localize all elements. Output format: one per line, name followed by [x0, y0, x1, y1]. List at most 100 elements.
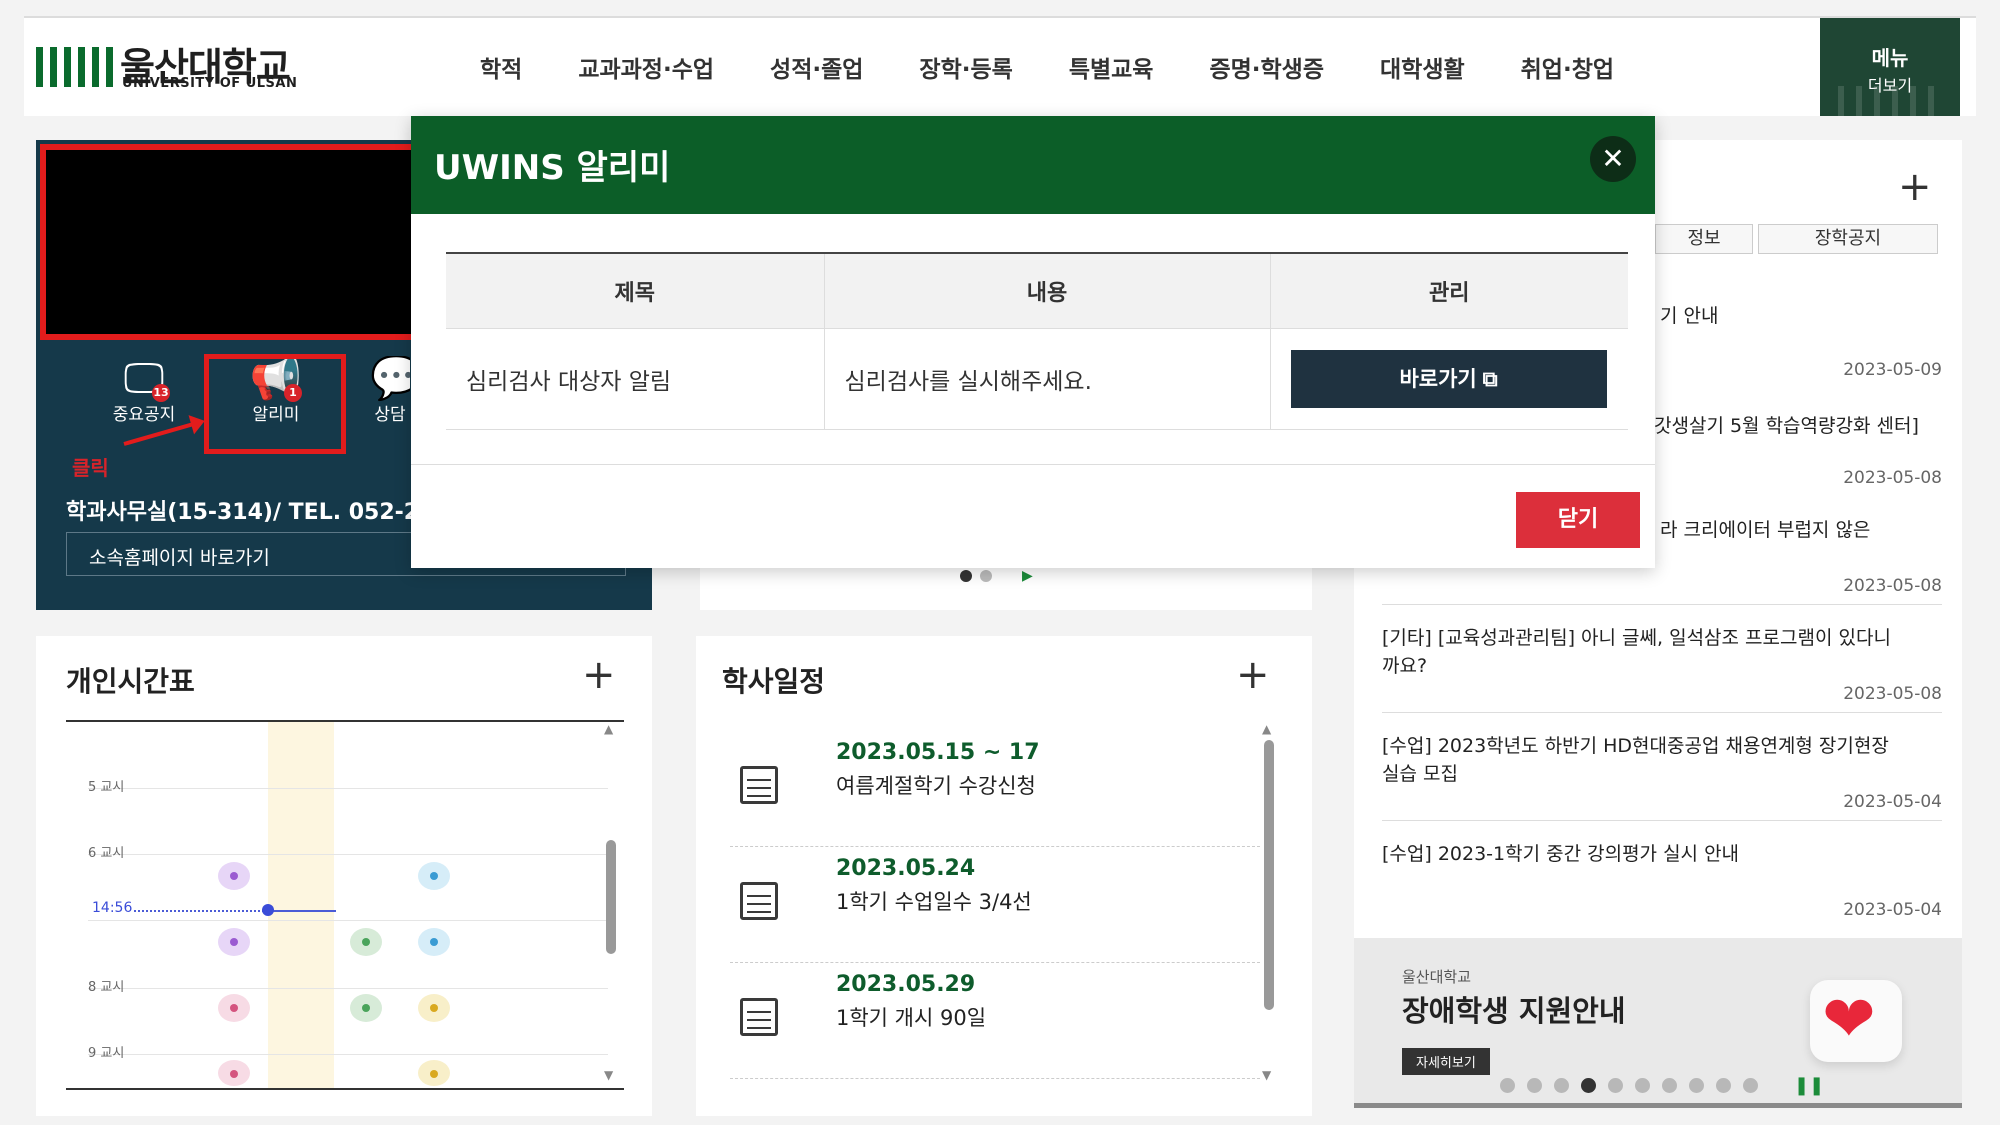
nav-item-curriculum[interactable]: 교과과정·수업	[578, 50, 714, 84]
goto-button[interactable]: 바로가기 ⧉	[1290, 350, 1607, 408]
nav-item-certificates[interactable]: 증명·학생증	[1209, 50, 1324, 84]
news-item[interactable]: [기타] [교육성과관리팀] 아니 글쎄, 일석삼조 프로그램이 있다니까요? …	[1382, 624, 1942, 712]
news-date: 2023-05-04	[1843, 900, 1942, 920]
tab-info[interactable]: 정보	[1655, 224, 1753, 254]
play-icon[interactable]: ▶	[1022, 568, 1033, 584]
schedule-event: 여름계절학기 수강신청	[836, 774, 1036, 798]
close-icon[interactable]: ✕	[1590, 136, 1636, 182]
nav-item-campus-life[interactable]: 대학생활	[1380, 50, 1465, 84]
video-area[interactable]	[40, 144, 440, 340]
column-header-content: 내용	[823, 252, 1270, 329]
pager-dot[interactable]	[1554, 1078, 1569, 1093]
calendar-icon	[740, 882, 778, 920]
calendar-icon	[740, 766, 778, 804]
schedule-item[interactable]: 2023.05.15 ~ 17 여름계절학기 수강신청	[730, 736, 1260, 847]
alimi-highlight-box	[204, 354, 346, 454]
menu-more-button[interactable]: 메뉴 더보기	[1820, 18, 1960, 116]
class-marker[interactable]	[418, 928, 450, 956]
news-date: 2023-05-08	[1843, 468, 1942, 488]
class-marker[interactable]	[418, 1060, 450, 1086]
period-label: 6 교시	[88, 846, 125, 861]
calendar-icon	[740, 998, 778, 1036]
schedule-more-plus-icon[interactable]: +	[1236, 652, 1270, 698]
class-marker[interactable]	[350, 928, 382, 956]
scroll-down-icon[interactable]: ▼	[1262, 1068, 1271, 1082]
class-marker[interactable]	[218, 1060, 250, 1086]
quick-item-label: 상담	[374, 405, 406, 425]
banner-more-button[interactable]: 자세히보기	[1402, 1048, 1490, 1075]
pager-dot[interactable]	[960, 570, 972, 582]
pager-dot[interactable]	[980, 570, 992, 582]
pager-dot[interactable]	[1581, 1078, 1596, 1093]
news-date: 2023-05-04	[1843, 792, 1942, 812]
scroll-up-icon[interactable]: ▲	[604, 722, 613, 736]
schedule-item[interactable]: 2023.05.24 1학기 수업일수 3/4선	[730, 852, 1260, 963]
pause-icon[interactable]: ❚❚	[1794, 1075, 1824, 1096]
timetable-more-plus-icon[interactable]: +	[582, 652, 616, 698]
pager-dot[interactable]	[1500, 1078, 1515, 1093]
timetable-grid	[66, 720, 624, 1090]
quick-item-counseling[interactable]: 💬 상담	[370, 356, 410, 425]
schedule-item[interactable]: 2023.05.29 1학기 개시 90일	[730, 968, 1260, 1079]
class-marker[interactable]	[218, 928, 250, 956]
class-marker[interactable]	[418, 862, 450, 890]
current-time-line	[268, 910, 336, 912]
external-link-icon: ⧉	[1482, 368, 1498, 391]
nav-item-grades[interactable]: 성적·졸업	[770, 50, 863, 84]
current-time-line	[134, 910, 268, 912]
class-marker[interactable]	[350, 994, 382, 1022]
scroll-down-icon[interactable]: ▼	[604, 1068, 613, 1082]
pager-dot[interactable]	[1527, 1078, 1542, 1093]
tab-scholarship-notice[interactable]: 장학공지	[1758, 224, 1938, 254]
nav-item-academic-records[interactable]: 학적	[480, 50, 522, 84]
modal-divider	[411, 464, 1655, 465]
pager-dot[interactable]	[1662, 1078, 1677, 1093]
logo-english[interactable]: UNIVERSITY OF ULSAN	[122, 76, 297, 91]
current-time-dot	[262, 904, 274, 916]
nav-item-special-education[interactable]: 특별교육	[1069, 50, 1154, 84]
schedule-date: 2023.05.29	[836, 972, 976, 997]
news-title: [수업] 2023-1학기 중간 강의평가 실시 안내	[1382, 843, 1740, 865]
logo-mark-icon[interactable]	[36, 47, 113, 87]
schedule-scrollbar[interactable]	[1264, 740, 1274, 1010]
quick-item-important-notice[interactable]: 🖵 13 중요공지	[94, 356, 194, 426]
timetable-scrollbar[interactable]	[606, 840, 616, 954]
news-title: 라 크리에이터 부럽지 않은	[1660, 519, 1871, 541]
table-row: 심리검사 대상자 알림 심리검사를 실시해주세요. 바로가기 ⧉	[446, 328, 1628, 430]
today-column	[268, 722, 334, 1088]
pager-dot[interactable]	[1689, 1078, 1704, 1093]
alimi-action-cell: 바로가기 ⧉	[1269, 328, 1628, 430]
pager-dot[interactable]	[1608, 1078, 1623, 1093]
notice-more-plus-icon[interactable]: +	[1898, 164, 1932, 210]
period-label: 9 교시	[88, 1046, 125, 1061]
modal-close-button[interactable]: 닫기	[1516, 492, 1640, 548]
news-title: [기타] [교육성과관리팀] 아니 글쎄, 일석삼조 프로그램이 있다니까요?	[1382, 627, 1891, 677]
grid-line	[88, 788, 608, 789]
heart-icon: ❤	[1810, 980, 1902, 1062]
pager-dot[interactable]	[1743, 1078, 1758, 1093]
notice-count-badge: 13	[152, 384, 170, 402]
class-marker[interactable]	[418, 994, 450, 1022]
quick-item-label: 중요공지	[112, 405, 176, 425]
scroll-up-icon[interactable]: ▲	[1262, 722, 1271, 736]
class-marker[interactable]	[218, 994, 250, 1022]
center-banner-pager[interactable]: ▶	[960, 568, 1033, 584]
news-item[interactable]: [수업] 2023학년도 하반기 HD현대중공업 채용연계형 장기현장실습 모집…	[1382, 732, 1942, 820]
schedule-event: 1학기 수업일수 3/4선	[836, 890, 1032, 914]
schedule-event: 1학기 개시 90일	[836, 1006, 987, 1030]
period-label: 8 교시	[88, 980, 125, 995]
banner-university-label: 울산대학교	[1402, 968, 1472, 986]
office-info: 학과사무실(15-314)/ TEL. 052-259	[66, 500, 450, 525]
pager-dot[interactable]	[1716, 1078, 1731, 1093]
banner-pager[interactable]	[1500, 1078, 1758, 1093]
nav-item-scholarship[interactable]: 장학·등록	[919, 50, 1012, 84]
banner-title: 장애학생 지원안내	[1402, 994, 1626, 1028]
class-marker[interactable]	[218, 862, 250, 890]
pager-dot[interactable]	[1635, 1078, 1650, 1093]
menu-decoration	[1838, 86, 1942, 116]
news-item[interactable]: [수업] 2023-1학기 중간 강의평가 실시 안내 2023-05-04	[1382, 840, 1942, 928]
grid-line	[88, 920, 608, 921]
nav-item-careers[interactable]: 취업·창업	[1521, 50, 1614, 84]
grid-line	[88, 988, 608, 989]
column-header-manage: 관리	[1269, 252, 1628, 329]
